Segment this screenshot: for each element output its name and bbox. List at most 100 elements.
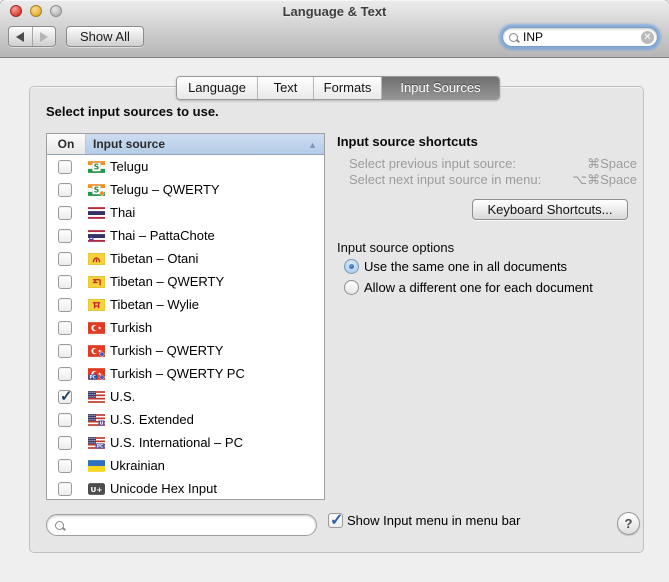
preference-tabs: Language Text Formats Input Sources [176, 76, 500, 100]
clear-search-icon[interactable]: ✕ [641, 30, 654, 44]
row-label: U.S. [110, 389, 136, 404]
table-row[interactable]: Thai – PattaChote [47, 224, 324, 247]
shortcut-value: ⌘Space [587, 156, 637, 171]
toolbar-search-field[interactable]: ✕ [502, 27, 658, 47]
svg-text:S: S [94, 162, 100, 171]
select-input-sources-label: Select input sources to use. [46, 104, 219, 119]
column-header-input-source[interactable]: Input source ▲ [86, 134, 324, 154]
row-label: U.S. Extended [110, 412, 194, 427]
input-source-list: S Telugu S Telugu – QWERTY Thai Thai – PattaC… [47, 155, 324, 500]
row-label: Turkish – QWERTY PC [110, 366, 245, 381]
shortcuts-title: Input source shortcuts [337, 134, 478, 149]
row-checkbox[interactable] [58, 458, 72, 473]
row-checkbox[interactable] [58, 205, 72, 220]
row-checkbox[interactable] [58, 343, 72, 358]
table-row[interactable]: u U.S. Extended [47, 408, 324, 431]
table-row[interactable]: S Telugu [47, 155, 324, 178]
svg-text:U+: U+ [91, 484, 103, 493]
svg-text:S: S [94, 185, 100, 194]
table-header: On Input source ▲ [47, 134, 324, 155]
turkish-qwerty-pc-flag-icon: PC [88, 367, 105, 380]
row-label: Unicode Hex Input [110, 481, 217, 496]
row-checkbox[interactable] [58, 297, 72, 312]
row-label: Tibetan – Wylie [110, 297, 199, 312]
search-icon [55, 520, 64, 530]
table-row[interactable]: Tibetan – Wylie [47, 293, 324, 316]
table-row[interactable]: U+ Unicode Hex Input [47, 477, 324, 500]
column-header-on[interactable]: On [47, 134, 86, 154]
table-row[interactable]: Ukrainian [47, 454, 324, 477]
window-chrome: Language & Text Show All ✕ [0, 0, 669, 58]
row-checkbox[interactable] [58, 228, 72, 243]
tibetan-wylie-flag-icon [88, 298, 105, 311]
show-input-menu-label: Show Input menu in menu bar [347, 513, 521, 528]
radio-button-selected-icon[interactable] [344, 259, 359, 274]
keyboard-shortcuts-button[interactable]: Keyboard Shortcuts... [472, 199, 628, 220]
row-label: U.S. International – PC [110, 435, 243, 450]
toolbar-search-input[interactable] [521, 29, 641, 45]
radio-button-icon[interactable] [344, 280, 359, 295]
row-checkbox[interactable] [58, 182, 72, 197]
show-input-menu-option[interactable]: Show Input menu in menu bar [328, 510, 521, 530]
table-row[interactable]: Turkish [47, 316, 324, 339]
thai-flag-icon [88, 206, 105, 219]
table-row[interactable]: Turkish – QWERTY [47, 339, 324, 362]
show-input-menu-checkbox[interactable] [328, 510, 343, 530]
search-icon [509, 32, 518, 42]
row-checkbox[interactable] [58, 320, 72, 335]
us-flag-icon [88, 390, 105, 403]
table-row[interactable]: PC Turkish – QWERTY PC [47, 362, 324, 385]
us-extended-flag-icon: u [88, 413, 105, 426]
us-international-pc-flag-icon: PC [88, 436, 105, 449]
radio-different-document[interactable]: Allow a different one for each document [344, 280, 593, 295]
row-checkbox[interactable] [58, 387, 73, 405]
row-checkbox[interactable] [58, 274, 72, 289]
shortcut-value: ⌥⌘Space [572, 172, 637, 187]
back-button[interactable] [9, 27, 33, 46]
sort-ascending-icon: ▲ [308, 140, 317, 150]
radio-same-document[interactable]: Use the same one in all documents [344, 259, 567, 274]
forward-button[interactable] [33, 27, 56, 46]
svg-text:PC: PC [90, 374, 96, 379]
table-row[interactable]: S Telugu – QWERTY [47, 178, 324, 201]
show-all-button[interactable]: Show All [66, 26, 144, 47]
options-title: Input source options [337, 240, 455, 255]
help-button[interactable]: ? [617, 512, 640, 535]
row-checkbox[interactable] [58, 366, 72, 381]
table-row[interactable]: Tibetan – Otani [47, 247, 324, 270]
telugu-flag-icon: S [88, 160, 105, 173]
row-checkbox[interactable] [58, 435, 72, 450]
tab-language[interactable]: Language [177, 77, 258, 99]
table-row[interactable]: Thai [47, 201, 324, 224]
column-header-label: Input source [93, 137, 166, 151]
row-checkbox[interactable] [58, 251, 72, 266]
tab-formats[interactable]: Formats [314, 77, 382, 99]
telugu-qwerty-flag-icon: S [88, 183, 105, 196]
turkish-flag-icon [88, 321, 105, 334]
unicode-hex-icon: U+ [88, 482, 105, 495]
row-checkbox[interactable] [58, 481, 72, 496]
shortcut-row: Select previous input source: ⌘Space [349, 156, 637, 172]
table-row[interactable]: U.S. [47, 385, 324, 408]
radio-label: Use the same one in all documents [364, 259, 568, 274]
tab-text[interactable]: Text [258, 77, 314, 99]
shortcut-label: Select previous input source: [349, 156, 516, 171]
turkish-qwerty-flag-icon [88, 344, 105, 357]
svg-text:u: u [100, 420, 104, 425]
filter-search-input[interactable] [68, 517, 316, 533]
table-row[interactable]: Tibetan – QWERTY [47, 270, 324, 293]
tab-input-sources[interactable]: Input Sources [382, 77, 499, 99]
row-label: Tibetan – QWERTY [110, 274, 225, 289]
filter-search-field[interactable] [46, 514, 317, 536]
row-label: Thai – PattaChote [110, 228, 215, 243]
row-checkbox[interactable] [58, 159, 72, 174]
input-source-table: On Input source ▲ S Telugu S Telugu – QWERT… [46, 133, 325, 500]
back-arrow-icon [16, 31, 25, 42]
tibetan-otani-flag-icon [88, 252, 105, 265]
row-label: Tibetan – Otani [110, 251, 199, 266]
table-row[interactable]: PC U.S. International – PC [47, 431, 324, 454]
shortcut-label: Select next input source in menu: [349, 172, 542, 187]
navigation-buttons [8, 26, 56, 47]
row-checkbox[interactable] [58, 412, 72, 427]
thai-pattachote-flag-icon [88, 229, 105, 242]
